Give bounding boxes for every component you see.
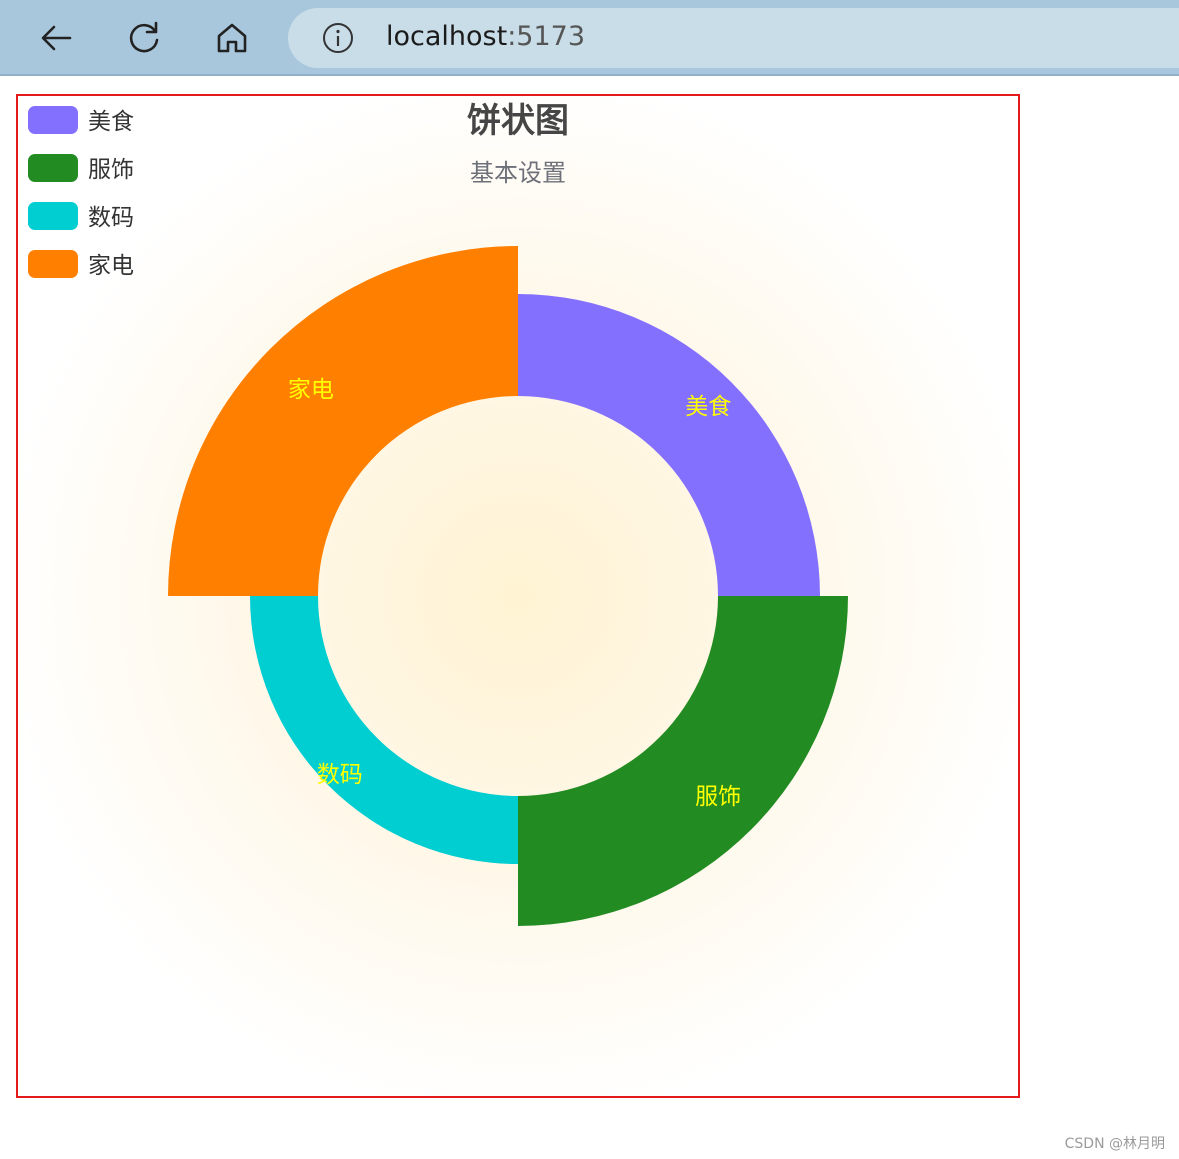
url-port: :5173 — [507, 21, 586, 52]
legend-swatch[interactable] — [28, 106, 78, 134]
legend-label[interactable]: 家电 — [88, 253, 134, 279]
reload-button[interactable] — [120, 14, 168, 62]
chart-title: 饼状图 — [467, 101, 569, 141]
reload-icon — [129, 21, 159, 53]
slice-label: 服饰 — [695, 784, 741, 810]
chart-container: 美食 服饰 数码 家电 饼状图 基本设置 美食 服饰 数码 家电 — [16, 94, 1020, 1098]
url-host: localhost — [386, 21, 508, 52]
legend-swatch[interactable] — [28, 202, 78, 230]
url-text[interactable]: localhost:5173 — [386, 21, 585, 52]
slice-label: 数码 — [317, 762, 363, 788]
legend-swatch[interactable] — [28, 250, 78, 278]
pie-chart: 美食服饰数码家电 饼状图 基本设置 美食服饰数码家电 — [18, 96, 1018, 1096]
chart-subtitle: 基本设置 — [470, 159, 566, 187]
browser-toolbar: localhost:5173 — [0, 0, 1179, 76]
slice-label: 美食 — [685, 394, 731, 420]
home-icon — [217, 23, 247, 53]
watermark: CSDN @林月明 — [1064, 1136, 1165, 1152]
info-icon[interactable] — [322, 22, 354, 54]
legend-label[interactable]: 美食 — [88, 109, 134, 135]
legend-label[interactable]: 数码 — [88, 205, 134, 231]
home-button[interactable] — [208, 14, 256, 62]
back-arrow-icon — [41, 25, 72, 51]
address-bar[interactable]: localhost:5173 — [288, 8, 1179, 68]
legend-swatch[interactable] — [28, 154, 78, 182]
slice-label: 家电 — [288, 377, 334, 403]
legend-label[interactable]: 服饰 — [88, 157, 134, 183]
back-button[interactable] — [32, 14, 80, 62]
